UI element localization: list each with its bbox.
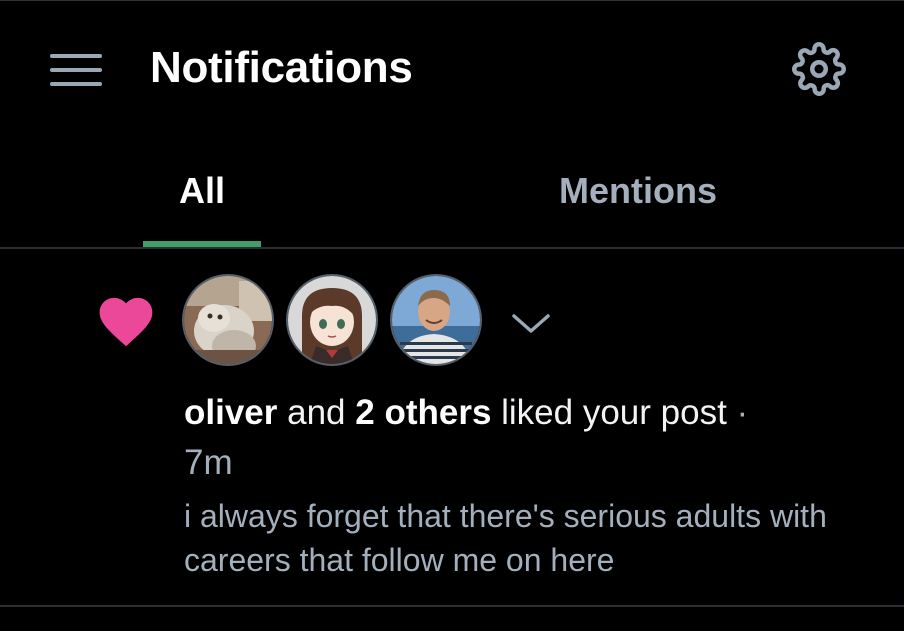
- expand-button[interactable]: [508, 306, 554, 340]
- chevron-down-icon: [512, 314, 550, 333]
- separator-dot: ·: [726, 393, 749, 432]
- others-count[interactable]: 2 others: [355, 393, 491, 432]
- actor-name[interactable]: oliver: [184, 393, 277, 432]
- page-title: Notifications: [150, 43, 413, 92]
- man-smiling-avatar[interactable]: [392, 276, 480, 364]
- tab-divider: [0, 247, 904, 249]
- header-bar: Notifications: [0, 0, 904, 140]
- conjunction-text: and: [277, 393, 356, 432]
- tab-mentions-label: Mentions: [559, 170, 717, 211]
- menu-button[interactable]: [50, 50, 104, 90]
- tab-all[interactable]: All: [142, 150, 262, 248]
- timestamp: 7m: [184, 443, 233, 482]
- post-preview-text: i always forget that there's serious adu…: [184, 498, 827, 578]
- heart-icon: [99, 297, 153, 347]
- anime-girl-avatar[interactable]: [288, 276, 376, 364]
- tab-all-label: All: [178, 170, 225, 211]
- action-text: liked your post: [491, 393, 727, 432]
- tab-bar: All Mentions: [0, 150, 904, 250]
- cat-photo-avatar[interactable]: [184, 276, 272, 364]
- notification-divider: [0, 605, 904, 607]
- notification-text: oliver and 2 others liked your post · 7m: [184, 388, 864, 488]
- tab-mentions[interactable]: Mentions: [500, 150, 776, 248]
- gear-icon: [792, 42, 846, 96]
- settings-button[interactable]: [792, 42, 846, 96]
